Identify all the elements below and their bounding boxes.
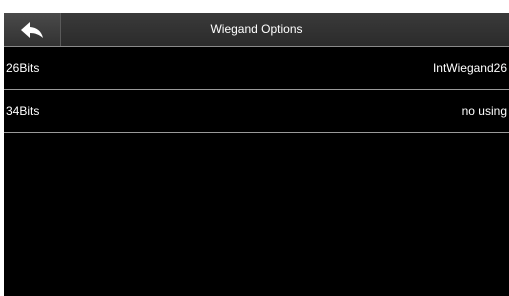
back-arrow-icon (20, 21, 44, 39)
option-label: 34Bits (6, 104, 40, 118)
title-bar: Wiegand Options (4, 13, 509, 47)
page-title: Wiegand Options (210, 22, 303, 36)
option-value: no using (461, 104, 507, 118)
option-value: IntWiegand26 (432, 61, 507, 75)
option-row-26bits[interactable]: 26Bits IntWiegand26 (4, 47, 509, 90)
back-button[interactable] (4, 13, 61, 46)
wiegand-options-screen: Wiegand Options 26Bits IntWiegand26 34Bi… (4, 13, 509, 296)
option-label: 26Bits (6, 61, 40, 75)
option-row-34bits[interactable]: 34Bits no using (4, 90, 509, 133)
